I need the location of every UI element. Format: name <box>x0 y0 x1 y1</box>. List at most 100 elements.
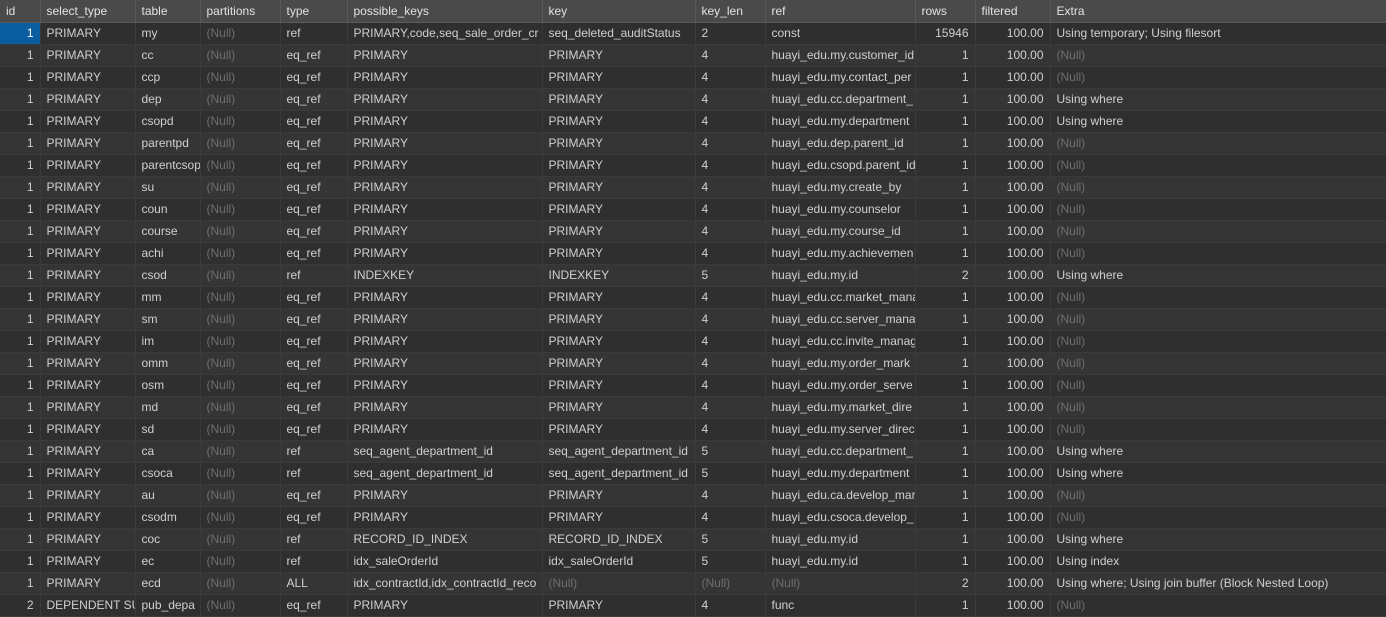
cell-ref[interactable]: (Null) <box>765 572 915 594</box>
table-row[interactable]: 1PRIMARYcsodm(Null)eq_refPRIMARYPRIMARY4… <box>0 506 1386 528</box>
cell-rows[interactable]: 1 <box>915 88 975 110</box>
cell-partitions[interactable]: (Null) <box>200 44 280 66</box>
cell-type[interactable]: eq_ref <box>280 484 347 506</box>
table-row[interactable]: 1PRIMARYparentcsop(Null)eq_refPRIMARYPRI… <box>0 154 1386 176</box>
cell-rows[interactable]: 1 <box>915 242 975 264</box>
cell-filtered[interactable]: 100.00 <box>975 220 1050 242</box>
table-row[interactable]: 1PRIMARYim(Null)eq_refPRIMARYPRIMARY4hua… <box>0 330 1386 352</box>
cell-key_len[interactable]: 4 <box>695 330 765 352</box>
cell-select_type[interactable]: PRIMARY <box>40 506 135 528</box>
cell-key_len[interactable]: 4 <box>695 506 765 528</box>
cell-partitions[interactable]: (Null) <box>200 418 280 440</box>
cell-ref[interactable]: huayi_edu.my.id <box>765 264 915 286</box>
cell-type[interactable]: ref <box>280 440 347 462</box>
cell-key_len[interactable]: 5 <box>695 462 765 484</box>
table-row[interactable]: 1PRIMARYec(Null)refidx_saleOrderIdidx_sa… <box>0 550 1386 572</box>
cell-possible_keys[interactable]: PRIMARY <box>347 66 542 88</box>
cell-ref[interactable]: huayi_edu.my.achievemen <box>765 242 915 264</box>
cell-rows[interactable]: 1 <box>915 440 975 462</box>
cell-key[interactable]: seq_agent_department_id <box>542 462 695 484</box>
table-row[interactable]: 1PRIMARYcsopd(Null)eq_refPRIMARYPRIMARY4… <box>0 110 1386 132</box>
cell-rows[interactable]: 1 <box>915 110 975 132</box>
cell-type[interactable]: ALL <box>280 572 347 594</box>
cell-key_len[interactable]: 5 <box>695 264 765 286</box>
cell-ref[interactable]: huayi_edu.ca.develop_mar <box>765 484 915 506</box>
cell-extra[interactable]: (Null) <box>1050 198 1386 220</box>
cell-possible_keys[interactable]: PRIMARY <box>347 176 542 198</box>
cell-possible_keys[interactable]: PRIMARY <box>347 374 542 396</box>
cell-id[interactable]: 2 <box>0 594 40 616</box>
cell-key_len[interactable]: 4 <box>695 286 765 308</box>
cell-key[interactable]: PRIMARY <box>542 242 695 264</box>
table-row[interactable]: 1PRIMARYcourse(Null)eq_refPRIMARYPRIMARY… <box>0 220 1386 242</box>
cell-extra[interactable]: (Null) <box>1050 220 1386 242</box>
cell-id[interactable]: 1 <box>0 44 40 66</box>
cell-type[interactable]: eq_ref <box>280 220 347 242</box>
column-header-id[interactable]: id <box>0 0 40 22</box>
column-header-filtered[interactable]: filtered <box>975 0 1050 22</box>
cell-id[interactable]: 1 <box>0 352 40 374</box>
cell-table[interactable]: sd <box>135 418 200 440</box>
cell-possible_keys[interactable]: PRIMARY <box>347 418 542 440</box>
cell-extra[interactable]: Using where <box>1050 110 1386 132</box>
table-row[interactable]: 1PRIMARYparentpd(Null)eq_refPRIMARYPRIMA… <box>0 132 1386 154</box>
cell-table[interactable]: im <box>135 330 200 352</box>
cell-select_type[interactable]: PRIMARY <box>40 308 135 330</box>
cell-ref[interactable]: huayi_edu.cc.market_mana <box>765 286 915 308</box>
cell-key[interactable]: seq_agent_department_id <box>542 440 695 462</box>
cell-filtered[interactable]: 100.00 <box>975 396 1050 418</box>
cell-ref[interactable]: huayi_edu.my.id <box>765 550 915 572</box>
cell-possible_keys[interactable]: PRIMARY <box>347 308 542 330</box>
column-header-partitions[interactable]: partitions <box>200 0 280 22</box>
cell-partitions[interactable]: (Null) <box>200 506 280 528</box>
cell-ref[interactable]: huayi_edu.cc.server_mana <box>765 308 915 330</box>
cell-table[interactable]: csod <box>135 264 200 286</box>
cell-id[interactable]: 1 <box>0 396 40 418</box>
cell-type[interactable]: ref <box>280 462 347 484</box>
cell-table[interactable]: parentpd <box>135 132 200 154</box>
cell-ref[interactable]: huayi_edu.my.contact_per <box>765 66 915 88</box>
cell-extra[interactable]: Using where <box>1050 440 1386 462</box>
cell-filtered[interactable]: 100.00 <box>975 528 1050 550</box>
cell-ref[interactable]: huayi_edu.my.customer_id <box>765 44 915 66</box>
cell-key[interactable]: PRIMARY <box>542 418 695 440</box>
cell-key_len[interactable]: 4 <box>695 154 765 176</box>
cell-table[interactable]: coun <box>135 198 200 220</box>
cell-type[interactable]: eq_ref <box>280 198 347 220</box>
cell-rows[interactable]: 15946 <box>915 22 975 44</box>
cell-table[interactable]: mm <box>135 286 200 308</box>
cell-rows[interactable]: 1 <box>915 418 975 440</box>
cell-key[interactable]: PRIMARY <box>542 506 695 528</box>
cell-select_type[interactable]: PRIMARY <box>40 572 135 594</box>
cell-extra[interactable]: Using where <box>1050 264 1386 286</box>
table-row[interactable]: 1PRIMARYachi(Null)eq_refPRIMARYPRIMARY4h… <box>0 242 1386 264</box>
cell-rows[interactable]: 1 <box>915 44 975 66</box>
cell-partitions[interactable]: (Null) <box>200 176 280 198</box>
cell-extra[interactable]: (Null) <box>1050 506 1386 528</box>
cell-table[interactable]: course <box>135 220 200 242</box>
cell-extra[interactable]: (Null) <box>1050 484 1386 506</box>
cell-extra[interactable]: (Null) <box>1050 176 1386 198</box>
cell-rows[interactable]: 1 <box>915 286 975 308</box>
cell-table[interactable]: achi <box>135 242 200 264</box>
cell-select_type[interactable]: PRIMARY <box>40 264 135 286</box>
cell-table[interactable]: ecd <box>135 572 200 594</box>
cell-key[interactable]: PRIMARY <box>542 110 695 132</box>
cell-ref[interactable]: huayi_edu.cc.invite_manag <box>765 330 915 352</box>
cell-partitions[interactable]: (Null) <box>200 110 280 132</box>
cell-key_len[interactable]: 4 <box>695 418 765 440</box>
column-header-type[interactable]: type <box>280 0 347 22</box>
cell-ref[interactable]: func <box>765 594 915 616</box>
cell-filtered[interactable]: 100.00 <box>975 330 1050 352</box>
cell-extra[interactable]: Using where; Using join buffer (Block Ne… <box>1050 572 1386 594</box>
cell-filtered[interactable]: 100.00 <box>975 110 1050 132</box>
cell-key[interactable]: PRIMARY <box>542 352 695 374</box>
cell-rows[interactable]: 1 <box>915 374 975 396</box>
cell-rows[interactable]: 1 <box>915 396 975 418</box>
cell-key_len[interactable]: 4 <box>695 198 765 220</box>
cell-partitions[interactable]: (Null) <box>200 462 280 484</box>
cell-extra[interactable]: Using temporary; Using filesort <box>1050 22 1386 44</box>
cell-partitions[interactable]: (Null) <box>200 374 280 396</box>
cell-possible_keys[interactable]: PRIMARY <box>347 396 542 418</box>
cell-type[interactable]: eq_ref <box>280 506 347 528</box>
